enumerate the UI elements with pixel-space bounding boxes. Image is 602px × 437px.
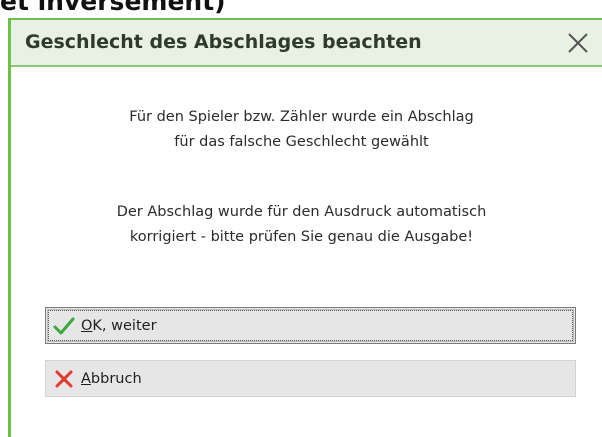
background-heading: et inversement)	[0, 0, 226, 16]
x-icon	[51, 366, 77, 392]
message-line: Der Abschlag wurde für den Ausdruck auto…	[116, 204, 487, 220]
ok-continue-button[interactable]: OK, weiter	[45, 307, 576, 344]
message-line: korrigiert - bitte prüfen Sie genau die …	[129, 229, 474, 245]
label-rest: bbruch	[90, 370, 142, 387]
gender-tee-dialog: Geschlecht des Abschlages beachten Für d…	[8, 18, 602, 437]
dialog-titlebar: Geschlecht des Abschlages beachten	[11, 20, 602, 67]
ok-continue-label: OK, weiter	[81, 318, 157, 334]
cancel-label: Abbruch	[81, 371, 142, 387]
message-line: für das falsche Geschlecht gewählt	[174, 134, 429, 150]
close-icon	[568, 33, 588, 53]
check-icon	[51, 313, 77, 339]
mnemonic-letter: O	[81, 317, 93, 334]
dialog-title: Geschlecht des Abschlages beachten	[25, 31, 422, 53]
message-auto-corrected: Der Abschlag wurde für den Ausdruck auto…	[11, 200, 592, 250]
message-wrong-gender: Für den Spieler bzw. Zähler wurde ein Ab…	[11, 105, 592, 155]
mnemonic-letter: A	[81, 370, 91, 387]
label-rest: K, weiter	[92, 317, 157, 334]
cancel-button[interactable]: Abbruch	[45, 360, 576, 397]
message-line: Für den Spieler bzw. Zähler wurde ein Ab…	[129, 109, 474, 125]
close-button[interactable]	[558, 25, 598, 61]
